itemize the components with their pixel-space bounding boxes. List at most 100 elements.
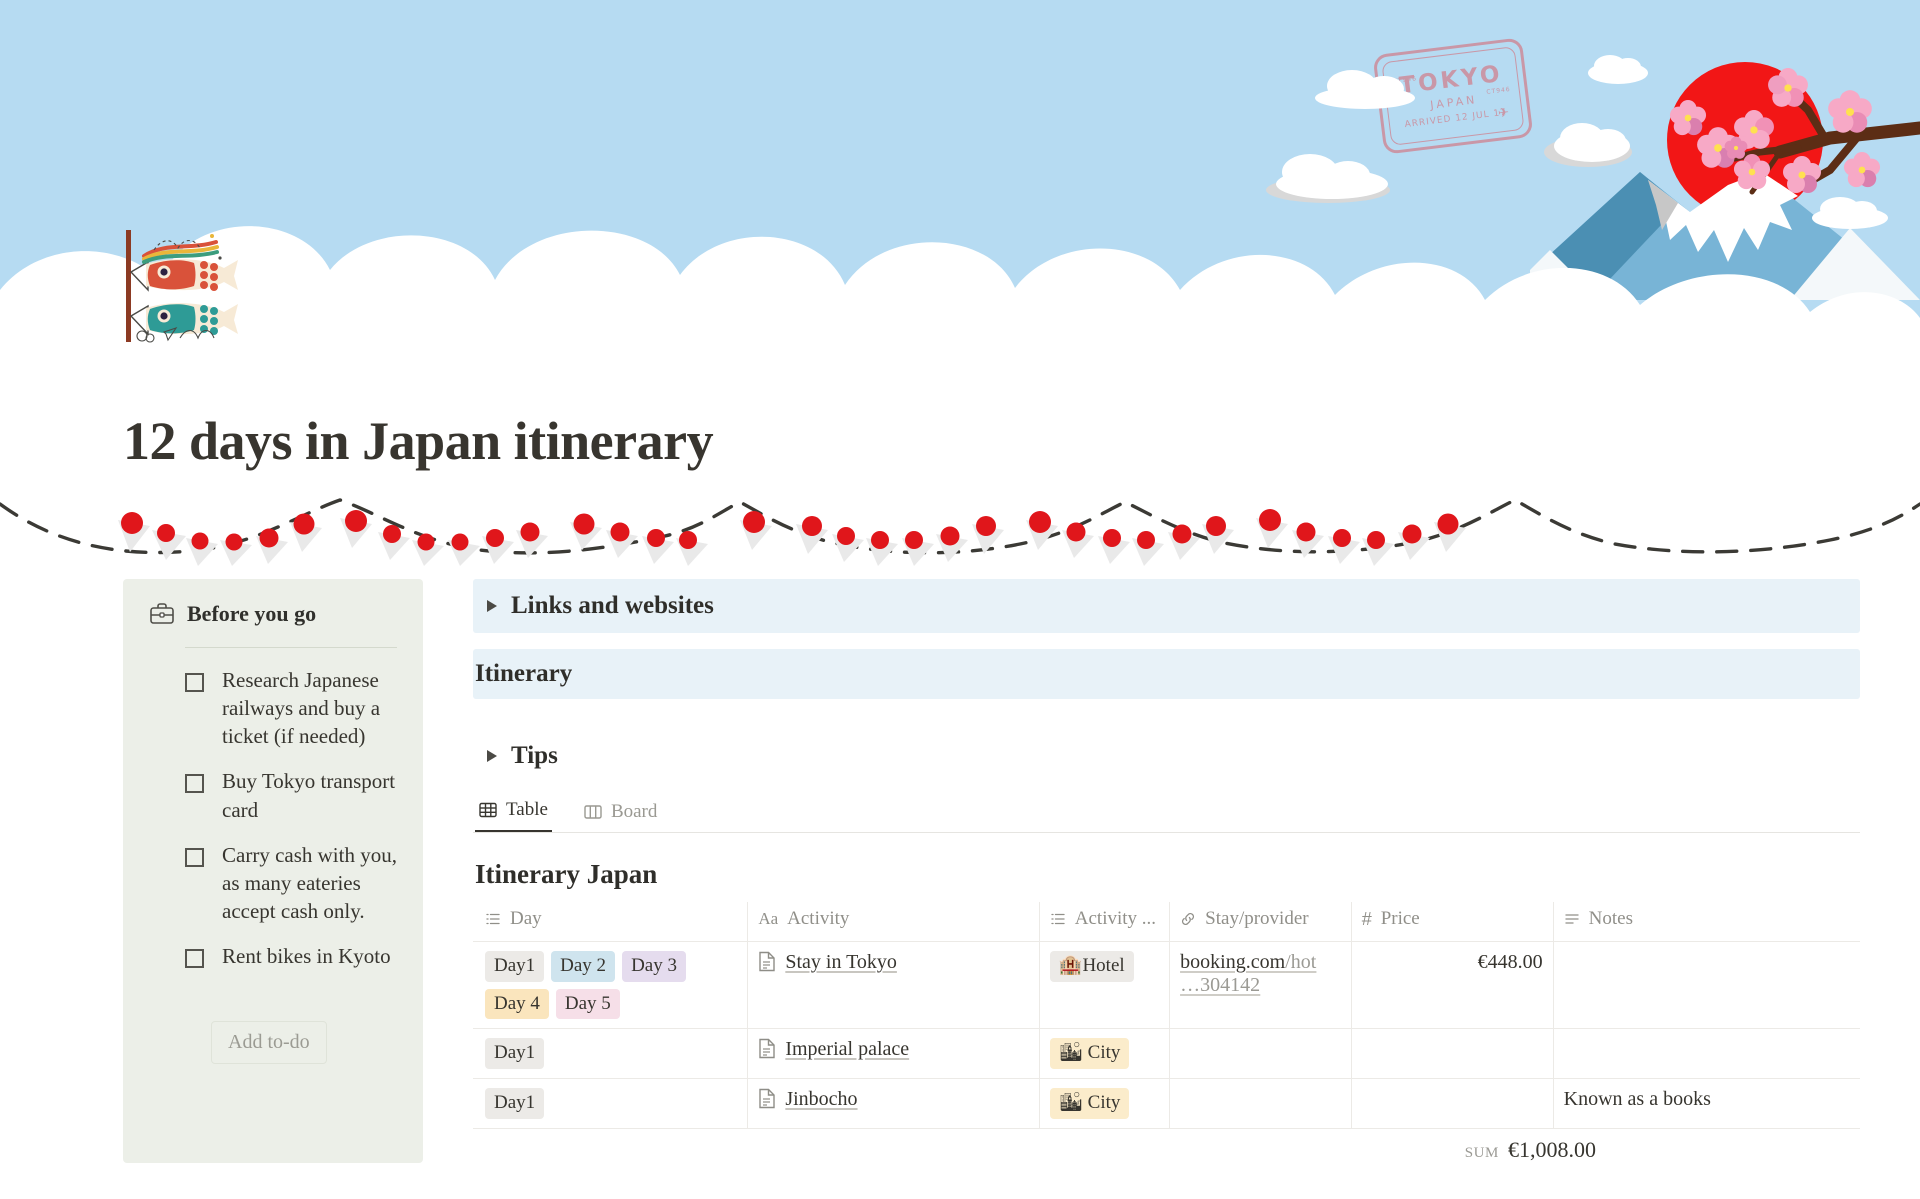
cell-price[interactable] xyxy=(1351,1029,1553,1079)
column-header-activity[interactable]: Aa Activity xyxy=(748,902,1039,942)
bunting-divider xyxy=(0,496,1920,566)
cover-illustration: CT946 CT946 ✈ ✈ TOKYO JAPAN ARRIVED 12 J… xyxy=(0,0,1920,370)
koinobori-icon xyxy=(120,228,240,346)
tab-table[interactable]: Table xyxy=(475,793,552,832)
cell-notes[interactable] xyxy=(1553,1029,1860,1079)
sum-label: SUM xyxy=(1465,1145,1499,1162)
table-row[interactable]: Day1 Day 2 Day 3 Day 4 Day 5 xyxy=(473,942,1860,1029)
provider-path-cont: …304142 xyxy=(1180,974,1260,996)
main-content: Links and websites Itinerary Tips xyxy=(423,579,1920,1163)
cell-day[interactable]: Day1 Day 2 Day 3 Day 4 Day 5 xyxy=(473,942,748,1029)
sidebar-header: Before you go xyxy=(149,601,397,627)
chevron-right-icon[interactable] xyxy=(487,750,497,762)
before-you-go-panel: Before you go Research Japanese railways… xyxy=(123,579,423,1163)
toggle-links-and-websites[interactable]: Links and websites xyxy=(473,579,1860,633)
day-chip: Day 5 xyxy=(556,989,620,1020)
activity-name: Jinbocho xyxy=(785,1088,857,1111)
price-value: €448.00 xyxy=(1362,951,1543,974)
multi-select-icon xyxy=(1050,911,1066,927)
activity-type-chip: 🏙 City xyxy=(1050,1088,1130,1119)
cell-notes[interactable]: Known as a books xyxy=(1553,1078,1860,1128)
activity-name: Stay in Tokyo xyxy=(785,951,897,974)
provider-path: /hot xyxy=(1285,951,1316,973)
list-item[interactable]: Rent bikes in Kyoto xyxy=(149,942,397,970)
todo-label: Research Japanese railways and buy a tic… xyxy=(222,666,397,750)
cloud-icon xyxy=(1300,62,1430,112)
provider-domain: booking.com xyxy=(1180,951,1285,973)
activity-name: Imperial palace xyxy=(785,1038,909,1061)
column-header-notes-label: Notes xyxy=(1589,908,1633,930)
column-header-activity-type[interactable]: Activity ... xyxy=(1039,902,1169,942)
table-row[interactable]: Day1 Imperial palace xyxy=(473,1029,1860,1079)
database-title: Itinerary Japan xyxy=(475,859,1860,890)
sidebar-divider xyxy=(185,647,397,648)
cloud-icon xyxy=(1248,146,1408,206)
list-item[interactable]: Research Japanese railways and buy a tic… xyxy=(149,666,397,750)
activity-type-chip: 🏙 City xyxy=(1050,1038,1130,1069)
provider-link[interactable]: booking.com/hot xyxy=(1180,951,1316,973)
briefcase-icon xyxy=(149,602,175,626)
cell-notes[interactable] xyxy=(1553,942,1860,1029)
column-header-activity-type-label: Activity ... xyxy=(1075,908,1156,930)
link-icon xyxy=(1180,911,1196,927)
cell-price[interactable]: €448.00 xyxy=(1351,942,1553,1029)
todo-checkbox[interactable] xyxy=(185,949,204,968)
day-chip: Day1 xyxy=(485,1088,544,1119)
column-header-price[interactable]: # Price xyxy=(1351,902,1553,942)
cell-day[interactable]: Day1 xyxy=(473,1078,748,1128)
tab-board[interactable]: Board xyxy=(580,795,661,832)
page-icon xyxy=(758,951,776,972)
cell-stay-provider[interactable]: booking.com/hot …304142 xyxy=(1170,942,1352,1029)
page-title: 12 days in Japan itinerary xyxy=(123,410,1920,472)
table-icon xyxy=(479,801,497,819)
cell-stay-provider[interactable] xyxy=(1170,1029,1352,1079)
view-tabs: Table Board xyxy=(473,793,1860,833)
heading-itinerary-label: Itinerary xyxy=(475,660,572,687)
stamp-code-right: CT946 xyxy=(1486,86,1511,96)
tab-table-label: Table xyxy=(506,799,548,821)
todo-checkbox[interactable] xyxy=(185,848,204,867)
cloud-bank xyxy=(0,140,1920,370)
column-header-day[interactable]: Day xyxy=(473,902,748,942)
table-summary-row: SUM €1,008.00 xyxy=(473,1129,1860,1163)
list-item[interactable]: Carry cash with you, as many eateries ac… xyxy=(149,841,397,925)
list-item[interactable]: Buy Tokyo transport card xyxy=(149,767,397,823)
day-chip: Day 3 xyxy=(622,951,686,982)
multi-select-icon xyxy=(485,911,501,927)
column-header-activity-label: Activity xyxy=(787,908,849,930)
sum-value: €1,008.00 xyxy=(1508,1137,1596,1163)
cell-activity-type[interactable]: 🏙 City xyxy=(1039,1029,1169,1079)
title-text-icon: Aa xyxy=(758,909,778,929)
day-chip: Day1 xyxy=(485,1038,544,1069)
column-header-stay-provider-label: Stay/provider xyxy=(1205,908,1308,930)
number-icon: # xyxy=(1362,909,1372,930)
toggle-tips[interactable]: Tips xyxy=(473,729,1860,783)
column-header-notes[interactable]: Notes xyxy=(1553,902,1860,942)
tab-board-label: Board xyxy=(611,801,657,823)
column-header-stay-provider[interactable]: Stay/provider xyxy=(1170,902,1352,942)
cell-activity[interactable]: Stay in Tokyo xyxy=(748,942,1039,1029)
chevron-right-icon[interactable] xyxy=(487,600,497,612)
text-icon xyxy=(1564,911,1580,927)
cell-day[interactable]: Day1 xyxy=(473,1029,748,1079)
column-header-day-label: Day xyxy=(510,908,542,930)
activity-type-chip: 🏨Hotel xyxy=(1050,951,1134,982)
cell-activity-type[interactable]: 🏨Hotel xyxy=(1039,942,1169,1029)
todo-checkbox[interactable] xyxy=(185,774,204,793)
column-header-price-label: Price xyxy=(1381,908,1420,930)
sidebar-title: Before you go xyxy=(187,601,316,627)
cell-activity[interactable]: Jinbocho xyxy=(748,1078,1039,1128)
notes-value: Known as a books xyxy=(1564,1088,1711,1110)
itinerary-table: Day Aa Activity xyxy=(473,902,1860,1129)
cell-activity-type[interactable]: 🏙 City xyxy=(1039,1078,1169,1128)
add-todo-button[interactable]: Add to-do xyxy=(211,1021,327,1064)
todo-checkbox[interactable] xyxy=(185,673,204,692)
cell-stay-provider[interactable] xyxy=(1170,1078,1352,1128)
toggle-links-label: Links and websites xyxy=(511,592,714,620)
day-chip: Day 2 xyxy=(551,951,615,982)
cell-price[interactable] xyxy=(1351,1078,1553,1128)
table-row[interactable]: Day1 Jinbocho xyxy=(473,1078,1860,1128)
table-header-row: Day Aa Activity xyxy=(473,902,1860,942)
cell-activity[interactable]: Imperial palace xyxy=(748,1029,1039,1079)
todo-label: Carry cash with you, as many eateries ac… xyxy=(222,841,397,925)
